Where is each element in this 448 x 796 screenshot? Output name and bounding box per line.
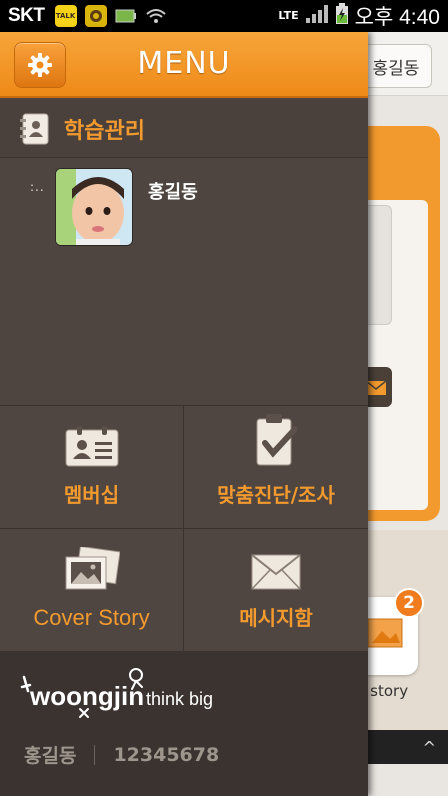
status-right: LTE 오후 4:40 [278, 1, 440, 31]
battery-charging-icon [335, 3, 349, 29]
bg-user-button[interactable]: 홍길동 [360, 44, 432, 88]
gear-icon [28, 53, 52, 77]
photos-icon [65, 547, 120, 590]
membership-card-icon [65, 426, 118, 467]
student-avatar[interactable] [55, 168, 133, 246]
menu-header: MENU [0, 32, 368, 98]
woongjin-logo: woongjin think big [18, 665, 248, 729]
membership-label: 멤버십 [63, 483, 120, 507]
footer-user-id: 12345678 [113, 743, 220, 766]
diagnosis-survey-label: 맞춤진단/조사 [217, 483, 335, 507]
clock: 오후 4:40 [354, 6, 440, 29]
section-label: 학습관리 [64, 118, 145, 144]
notebook-icon [20, 113, 49, 144]
screen: SKT TALK LTE 오후 4:40 홍길동 2 er story ^ ME… [0, 0, 448, 796]
brand-tagline: think big [146, 689, 213, 709]
message-box-label: 메시지함 [239, 606, 313, 630]
footer-user-info: 홍길동 12345678 [24, 741, 219, 768]
cover-story-label: Cover Story [33, 605, 150, 630]
side-menu-drawer: MENU 학습관리:.. 홍길동 멤버십 맞춤진단/조사 Cover Stor… [0, 32, 368, 796]
kakaotalk-icon: TALK [54, 5, 77, 27]
settings-button[interactable] [14, 42, 66, 88]
diagnosis-survey-button[interactable]: 맞춤진단/조사 [184, 406, 368, 529]
brand-name: woongjin [29, 681, 144, 711]
chevron-up-icon: ^ [422, 737, 436, 757]
network-label: LTE [278, 9, 299, 22]
footer-divider [94, 744, 96, 765]
tree-indicator: :.. [30, 180, 45, 194]
student-name[interactable]: 홍길동 [148, 178, 198, 204]
kakaostory-icon [84, 5, 107, 27]
membership-button[interactable]: 멤버십 [0, 406, 184, 529]
carrier-label: SKT [8, 5, 45, 26]
wifi-icon [145, 5, 167, 27]
section-learning-management[interactable]: 학습관리 [0, 100, 368, 158]
cover-story-button[interactable]: Cover Story [0, 529, 184, 652]
student-list: :.. 홍길동 [0, 158, 368, 405]
menu-grid: 멤버십 맞춤진단/조사 Cover Story 메시지함 [0, 405, 368, 652]
notification-badge: 2 [394, 588, 424, 618]
signal-icon [305, 4, 329, 28]
clipboard-check-icon [256, 414, 297, 466]
message-box-button[interactable]: 메시지함 [184, 529, 368, 652]
footer-user-name: 홍길동 [24, 745, 77, 767]
status-bar: SKT TALK LTE 오후 4:40 [0, 0, 448, 32]
battery-small-icon [115, 5, 137, 27]
envelope-icon [251, 554, 301, 590]
menu-footer: woongjin think big 홍길동 12345678 [0, 651, 368, 796]
